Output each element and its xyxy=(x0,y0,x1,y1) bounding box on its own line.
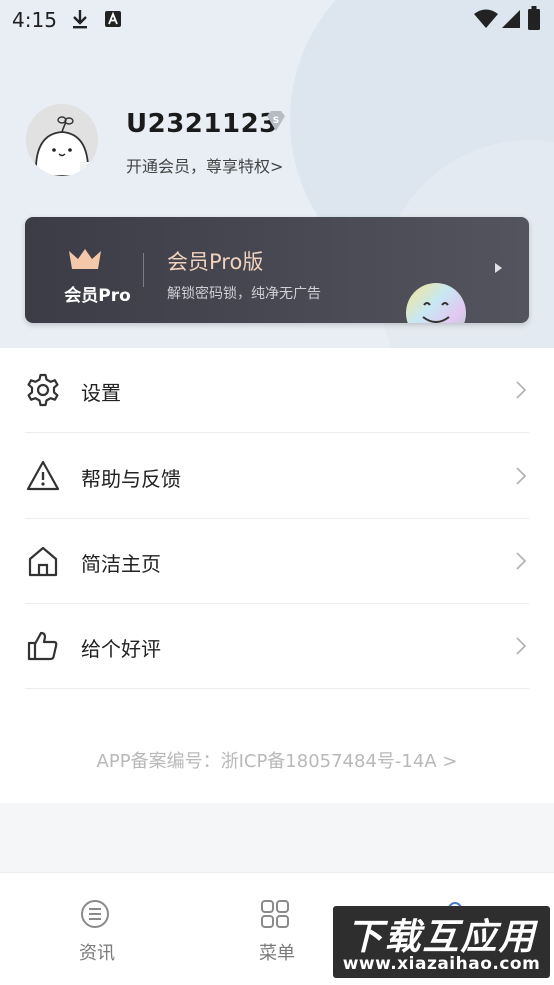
chevron-right-icon xyxy=(515,551,527,575)
chevron-right-icon xyxy=(515,636,527,660)
status-time: 4:15 xyxy=(12,8,57,32)
tab-news[interactable]: 资讯 xyxy=(37,873,157,985)
tab-label: 菜单 xyxy=(259,943,295,964)
menu-item-settings[interactable]: 设置 xyxy=(25,348,529,433)
grid-icon xyxy=(260,899,290,933)
chevron-right-icon xyxy=(515,466,527,490)
vip-pro-card[interactable]: 会员Pro 会员Pro版 解锁密码锁，纯净无广告 xyxy=(25,217,529,323)
tab-label: 资讯 xyxy=(79,943,115,964)
tab-menu[interactable]: 菜单 xyxy=(217,873,337,985)
menu-item-rate-us[interactable]: 给个好评 xyxy=(25,604,529,689)
watermark-url: www.xiazaihao.com xyxy=(342,954,541,974)
text-a-icon xyxy=(104,10,122,32)
diamond-badge-icon: S xyxy=(264,109,288,137)
warning-icon xyxy=(25,458,61,494)
vip-subtitle: 解锁密码锁，纯净无广告 xyxy=(167,286,321,302)
chevron-right-icon xyxy=(515,380,527,404)
menu-item-label: 设置 xyxy=(81,381,121,405)
gear-icon xyxy=(25,372,61,408)
vip-title: 会员Pro版 xyxy=(167,250,264,274)
icp-record-link[interactable]: APP备案编号：浙ICP备18057484号-14A > xyxy=(0,747,554,773)
vip-brand: 会员Pro xyxy=(64,286,131,306)
ghost-avatar-icon xyxy=(26,104,98,176)
smiley-sticker-icon xyxy=(405,281,467,323)
home-icon xyxy=(25,543,61,579)
profile-section: U2321123 S 开通会员，尊享特权> xyxy=(0,100,554,190)
vip-divider xyxy=(143,253,144,287)
menu-item-help-feedback[interactable]: 帮助与反馈 xyxy=(25,434,529,519)
avatar[interactable] xyxy=(26,104,98,176)
crown-icon xyxy=(67,247,103,275)
wifi-icon xyxy=(474,9,498,33)
watermark-logo: 下载互应用 www.xiazaihao.com xyxy=(333,906,550,978)
news-icon xyxy=(80,899,110,933)
menu-item-label: 给个好评 xyxy=(81,637,161,661)
signal-icon xyxy=(502,10,520,32)
status-bar: 4:15 xyxy=(0,0,554,38)
vip-promo-link[interactable]: 开通会员，尊享特权> xyxy=(126,153,283,177)
play-arrow-icon xyxy=(495,263,502,273)
thumbs-up-icon xyxy=(25,628,61,664)
badge-letter: S xyxy=(273,116,279,126)
battery-icon xyxy=(528,6,540,34)
download-icon xyxy=(70,8,90,34)
username: U2321123 xyxy=(126,109,278,139)
menu-item-label: 简洁主页 xyxy=(81,552,161,576)
menu-item-label: 帮助与反馈 xyxy=(81,467,181,491)
settings-menu: 设置 帮助与反馈 简洁主页 给个好评 xyxy=(0,348,554,803)
watermark-title: 下载互应用 xyxy=(346,917,537,958)
menu-item-simple-home[interactable]: 简洁主页 xyxy=(25,519,529,604)
